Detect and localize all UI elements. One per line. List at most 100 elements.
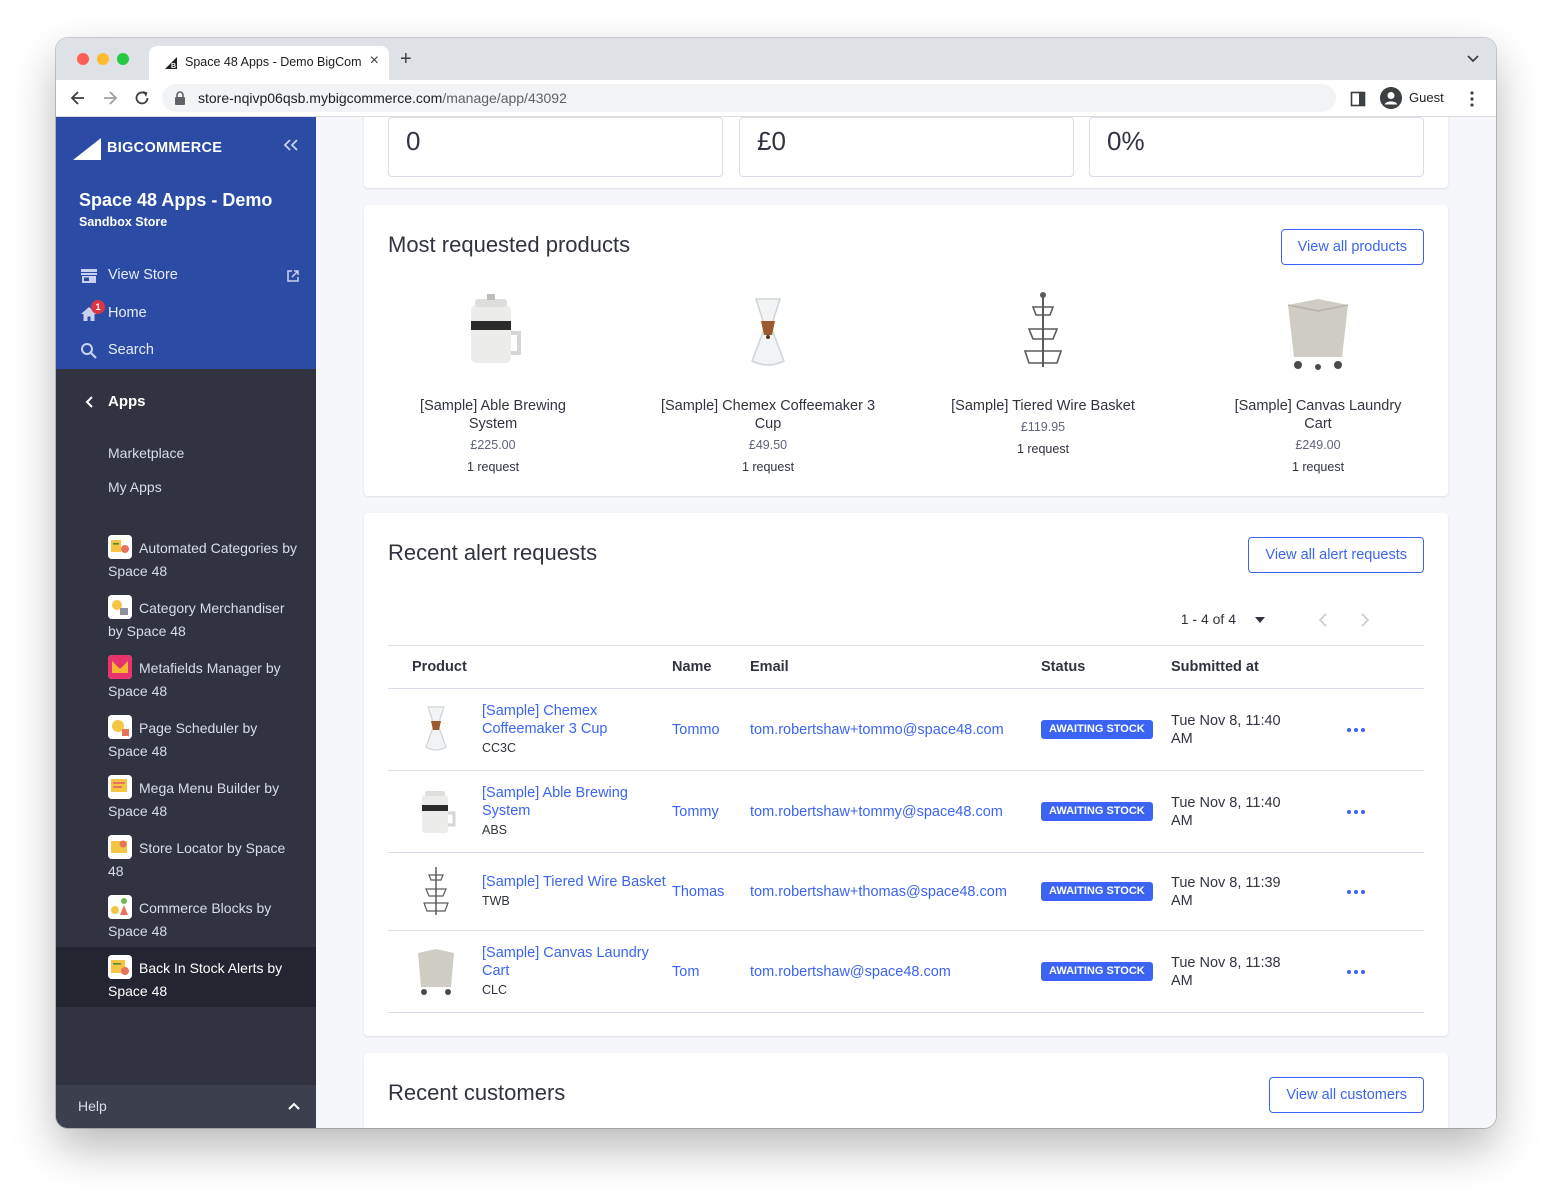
product-link[interactable]: [Sample] Chemex Coffeemaker 3 Cup xyxy=(482,702,678,738)
product-info: [Sample] Chemex Coffeemaker 3 Cup £49.50… xyxy=(648,397,888,476)
view-all-customers-button[interactable]: View all customers xyxy=(1269,1077,1424,1113)
sidebar-item-home[interactable]: 1 Home xyxy=(56,297,316,331)
table-row: [Sample] Tiered Wire Basket TWB Thomas t… xyxy=(388,852,1424,931)
stat-value: 0 xyxy=(406,126,421,156)
sidebar-item-search[interactable]: Search xyxy=(56,334,316,368)
forward-arrow-icon[interactable] xyxy=(100,88,120,108)
sidebar-app-category-merchandiser[interactable]: Category Merchandiser by Space 48 xyxy=(56,590,316,650)
table-row: [Sample] Canvas Laundry Cart CLC Tom tom… xyxy=(388,930,1424,1013)
cell-product: [Sample] Canvas Laundry Cart CLC xyxy=(388,930,672,1013)
address-bar[interactable]: store-nqivp06qsb.mybigcommerce.com/manag… xyxy=(162,84,1336,112)
more-actions-icon[interactable] xyxy=(1346,888,1366,896)
maximize-window-button[interactable] xyxy=(117,53,129,65)
more-actions-icon[interactable] xyxy=(1346,968,1366,976)
close-window-button[interactable] xyxy=(77,53,89,65)
side-panel-icon[interactable] xyxy=(1350,91,1366,107)
store-subtitle: Sandbox Store xyxy=(79,215,168,229)
column-header-name: Name xyxy=(672,645,750,689)
chevron-left-icon xyxy=(85,396,93,408)
sidebar-app-automated-categories[interactable]: Automated Categories by Space 48 xyxy=(56,530,316,590)
chevron-left-icon[interactable] xyxy=(1318,612,1328,628)
product-requests: 1 request xyxy=(466,460,520,474)
browser-tab[interactable]: B Space 48 Apps - Demo BigCommerce × xyxy=(149,46,389,80)
sidebar-app-back-in-stock-alerts[interactable]: Back In Stock Alerts by Space 48 xyxy=(56,947,316,1007)
status-badge: AWAITING STOCK xyxy=(1041,962,1153,981)
table-row: [Sample] Able Brewing System ABS Tommy t… xyxy=(388,770,1424,853)
customer-email-link[interactable]: tom.robertshaw@space48.com xyxy=(750,964,951,980)
card-title: Recent alert requests xyxy=(388,540,598,565)
product-tile[interactable]: [Sample] Tiered Wire Basket £119.95 1 re… xyxy=(923,291,1163,481)
sidebar-app-commerce-blocks[interactable]: Commerce Blocks by Space 48 xyxy=(56,890,316,950)
column-header-submitted: Submitted at xyxy=(1171,645,1346,689)
app-label: Back In Stock Alerts by Space 48 xyxy=(108,960,283,999)
brewing-system-image xyxy=(471,294,521,363)
app-label: Automated Categories by Space 48 xyxy=(108,540,297,579)
collapse-sidebar-icon[interactable] xyxy=(282,137,300,153)
tiered-wire-basket-image xyxy=(1023,292,1063,367)
chevron-right-icon[interactable] xyxy=(1360,612,1370,628)
tab-search-chevron-icon[interactable] xyxy=(1466,52,1480,66)
customer-name-link[interactable]: Thomas xyxy=(672,884,724,900)
browser-window: B Space 48 Apps - Demo BigCommerce × + s… xyxy=(56,38,1496,1128)
sidebar-apps-back[interactable]: Apps xyxy=(56,385,316,421)
sidebar-app-store-locator[interactable]: Store Locator by Space 48 xyxy=(56,830,316,890)
table-header-row: Product Name Email Status Submitted at xyxy=(388,645,1424,689)
apps-header-label: Apps xyxy=(108,393,146,410)
most-requested-card: Most requested products View all product… xyxy=(364,205,1448,496)
product-tile[interactable]: [Sample] Chemex Coffeemaker 3 Cup £49.50… xyxy=(648,291,888,481)
help-label: Help xyxy=(78,1098,107,1114)
brewing-system-thumbnail-image xyxy=(422,791,456,833)
app-label: Store Locator by Space 48 xyxy=(108,840,286,879)
cell-product: [Sample] Chemex Coffeemaker 3 Cup CC3C xyxy=(388,688,672,771)
customer-email-link[interactable]: tom.robertshaw+tommo@space48.com xyxy=(750,722,1004,738)
product-tile[interactable]: [Sample] Able Brewing System £225.00 1 r… xyxy=(373,291,613,481)
bigcommerce-logo[interactable]: BIGCOMMERCE xyxy=(71,136,222,162)
customer-email-link[interactable]: tom.robertshaw+tommy@space48.com xyxy=(750,804,1003,820)
product-cell: [Sample] Able Brewing System ABS xyxy=(388,771,672,852)
product-sku: CLC xyxy=(482,983,508,997)
sidebar-item-view-store[interactable]: View Store xyxy=(56,259,316,293)
caret-down-icon[interactable] xyxy=(1254,615,1266,625)
main-content: 0 £0 0% Most requested products View all… xyxy=(316,117,1496,1128)
stat-box: £0 xyxy=(739,117,1074,177)
customer-name-link[interactable]: Tommo xyxy=(672,722,720,738)
view-all-products-button[interactable]: View all products xyxy=(1280,229,1424,265)
status-badge: AWAITING STOCK xyxy=(1041,802,1153,821)
product-link[interactable]: [Sample] Able Brewing System xyxy=(482,784,678,820)
minimize-window-button[interactable] xyxy=(97,53,109,65)
product-tile[interactable]: [Sample] Canvas Laundry Cart £249.00 1 r… xyxy=(1198,291,1438,481)
help-bar[interactable]: Help xyxy=(56,1085,316,1128)
cell-product: [Sample] Tiered Wire Basket TWB xyxy=(388,852,672,931)
url-text: store-nqivp06qsb.mybigcommerce.com/manag… xyxy=(198,90,567,106)
sidebar-header: BIGCOMMERCE Space 48 Apps - Demo Sandbox… xyxy=(56,117,316,369)
customer-name-link[interactable]: Tommy xyxy=(672,804,719,820)
product-sku: CC3C xyxy=(482,741,517,755)
product-link[interactable]: [Sample] Tiered Wire Basket xyxy=(482,873,678,891)
wire-basket-thumbnail-image xyxy=(423,867,449,915)
profile-button[interactable]: Guest xyxy=(1376,84,1456,112)
sidebar-item-marketplace[interactable]: Marketplace xyxy=(108,445,184,461)
tab-close-icon[interactable]: × xyxy=(370,52,379,70)
product-requests: 1 request xyxy=(1016,442,1070,456)
product-link[interactable]: [Sample] Canvas Laundry Cart xyxy=(482,944,678,980)
more-actions-icon[interactable] xyxy=(1346,726,1366,734)
view-all-alert-requests-button[interactable]: View all alert requests xyxy=(1248,537,1424,573)
column-header-email: Email xyxy=(750,645,1041,689)
new-tab-button[interactable]: + xyxy=(400,48,412,71)
browser-menu-icon[interactable] xyxy=(1469,90,1475,108)
sidebar-app-metafields-manager[interactable]: Metafields Manager by Space 48 xyxy=(56,650,316,710)
product-name: [Sample] Canvas Laundry Cart xyxy=(1234,398,1402,432)
notification-badge: 1 xyxy=(91,300,105,314)
more-actions-icon[interactable] xyxy=(1346,808,1366,816)
cell-product: [Sample] Able Brewing System ABS xyxy=(388,770,672,853)
reload-icon[interactable] xyxy=(132,88,152,108)
storefront-icon xyxy=(81,269,97,283)
column-header-product: Product xyxy=(388,645,672,689)
sidebar-item-my-apps[interactable]: My Apps xyxy=(108,479,162,495)
product-cell: [Sample] Tiered Wire Basket TWB xyxy=(388,853,672,930)
url-path: /manage/app/43092 xyxy=(442,90,567,106)
back-arrow-icon[interactable] xyxy=(68,88,88,108)
customer-email-link[interactable]: tom.robertshaw+thomas@space48.com xyxy=(750,884,1007,900)
sidebar-app-page-scheduler[interactable]: Page Scheduler by Space 48 xyxy=(56,710,316,770)
sidebar-app-mega-menu-builder[interactable]: Mega Menu Builder by Space 48 xyxy=(56,770,316,830)
